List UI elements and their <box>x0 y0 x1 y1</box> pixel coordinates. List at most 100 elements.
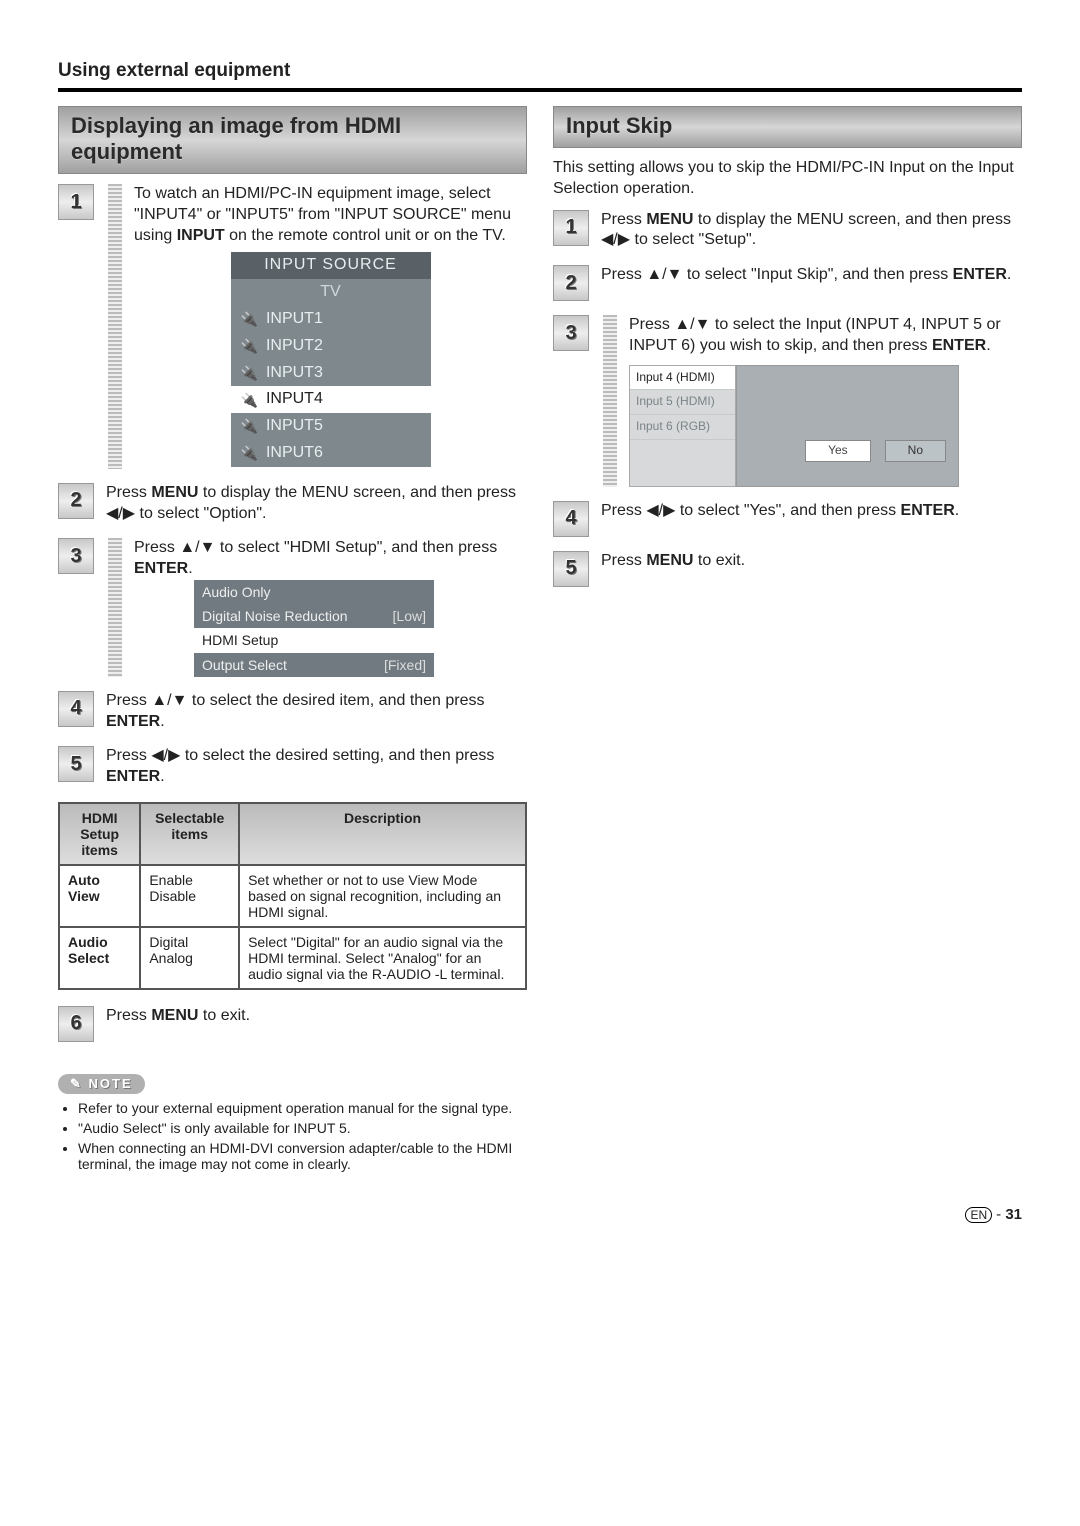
page-header: Using external equipment <box>58 60 1022 92</box>
page-number: 31 <box>1005 1206 1022 1223</box>
input-source-item[interactable]: 🔌 INPUT3 <box>231 360 431 387</box>
cell: Audio Select <box>59 927 140 989</box>
vertical-stripe <box>108 184 122 469</box>
lang-badge: EN <box>965 1207 992 1223</box>
arrow-icons: ▲/▼ <box>151 692 187 709</box>
input-source-item[interactable]: 🔌INPUT1 <box>231 306 431 333</box>
no-button[interactable]: No <box>885 440 946 462</box>
text: to select "Input Skip", and then press <box>682 266 952 283</box>
step-number-badge: 1 <box>553 210 589 246</box>
keyword: ENTER <box>134 560 188 577</box>
label: INPUT3 <box>266 363 323 384</box>
value: [Low] <box>393 607 426 625</box>
note-item: "Audio Select" is only available for INP… <box>78 1120 527 1136</box>
text: Press <box>106 692 151 709</box>
text: . <box>955 502 959 519</box>
right-step-3: 3 Press ▲/▼ to select the Input (INPUT 4… <box>553 315 1022 487</box>
label: Audio Only <box>202 583 270 601</box>
menu-row[interactable]: Output Select[Fixed] <box>194 653 434 677</box>
menu-row[interactable]: Digital Noise Reduction [Low] <box>194 604 434 628</box>
skip-list-item-selected[interactable]: Input 4 (HDMI) <box>630 366 735 391</box>
step-number-badge: 4 <box>58 691 94 727</box>
text: to select "Setup". <box>630 231 756 248</box>
arrow-icons: ◀/▶ <box>106 505 135 522</box>
text: to select the desired setting, and then … <box>180 747 494 764</box>
input-source-item-selected[interactable]: 🔌INPUT4 <box>231 386 431 413</box>
plug-icon: 🔌 <box>241 391 258 409</box>
step-number-badge: 3 <box>58 538 94 574</box>
keyword: MENU <box>646 211 693 228</box>
text: to select "Option". <box>135 505 266 522</box>
right-step-4: 4 Press ◀/▶ to select "Yes", and then pr… <box>553 501 1022 537</box>
table-row: Auto View Enable Disable Set whether or … <box>59 865 526 927</box>
label: INPUT5 <box>266 416 323 437</box>
input-skip-dialog: Input 4 (HDMI) Input 5 (HDMI) Input 6 (R… <box>629 365 959 487</box>
left-step-3: 3 Press ▲/▼ to select "HDMI Setup", and … <box>58 538 527 676</box>
hdmi-setup-menu: Audio Only Digital Noise Reduction[Low] … <box>194 580 434 677</box>
label: TV <box>320 282 340 303</box>
step-text: To watch an HDMI/PC-IN equipment image, … <box>134 184 527 469</box>
cell: Digital Analog <box>140 927 239 989</box>
left-step-6: 6 Press MENU to exit. <box>58 1006 527 1042</box>
right-step-5: 5 Press MENU to exit. <box>553 551 1022 587</box>
keyword: MENU <box>646 552 693 569</box>
page-footer: EN- 31 <box>58 1206 1022 1223</box>
note-item: Refer to your external equipment operati… <box>78 1100 527 1116</box>
text: to select "Yes", and then press <box>675 502 900 519</box>
input-source-menu: INPUT SOURCE TV 🔌INPUT1 🔌INPUT2 🔌INPUT3 … <box>231 252 431 466</box>
cell: Enable Disable <box>140 865 239 927</box>
keyword: ENTER <box>106 768 160 785</box>
menu-row-selected[interactable]: HDMI Setup <box>194 628 434 652</box>
left-column: Displaying an image from HDMI equipment … <box>58 106 527 1176</box>
yes-button[interactable]: Yes <box>805 440 871 462</box>
right-step-1: 1 Press MENU to display the MENU screen,… <box>553 210 1022 252</box>
label: Auto View <box>68 872 100 904</box>
text: on the remote control unit or on the TV. <box>225 227 506 244</box>
label: NOTE <box>89 1076 133 1091</box>
skip-list-item[interactable]: Input 5 (HDMI) <box>630 390 735 415</box>
left-step-2: 2 Press MENU to display the MENU screen,… <box>58 483 527 525</box>
plug-icon: 🔌 <box>241 310 258 328</box>
text: Press <box>601 552 646 569</box>
step-number-badge: 2 <box>553 265 589 301</box>
menu-row[interactable]: Audio Only <box>194 580 434 604</box>
text: to display the MENU screen, and then pre… <box>198 484 516 501</box>
input-skip-panel: Yes No <box>736 365 959 487</box>
input-source-item[interactable]: TV <box>231 279 431 306</box>
step-text: Press ▲/▼ to select "HDMI Setup", and th… <box>134 538 527 676</box>
text: Press <box>106 747 151 764</box>
text: . <box>160 768 164 785</box>
plug-icon: 🔌 <box>241 364 258 382</box>
label: Digital Noise Reduction <box>202 607 348 625</box>
input-source-header: INPUT SOURCE <box>231 252 431 279</box>
step-text: Press MENU to display the MENU screen, a… <box>601 210 1022 252</box>
input-source-item[interactable]: 🔌INPUT5 <box>231 413 431 440</box>
step-text: Press ◀/▶ to select the desired setting,… <box>106 746 527 788</box>
step-text: Press ◀/▶ to select "Yes", and then pres… <box>601 501 1022 522</box>
label: HDMI Setup <box>202 631 278 649</box>
vertical-stripe <box>108 538 122 676</box>
label: INPUT6 <box>266 443 323 464</box>
skip-list-item[interactable]: Input 6 (RGB) <box>630 415 735 440</box>
arrow-icons: ▲/▼ <box>179 539 215 556</box>
step-text: Press MENU to exit. <box>106 1006 527 1027</box>
arrow-icons: ▲/▼ <box>646 266 682 283</box>
text: Press <box>601 211 646 228</box>
text: Press <box>106 484 151 501</box>
text: Press <box>601 502 646 519</box>
text: to display the MENU screen, and then pre… <box>693 211 1011 228</box>
left-step-1: 1 To watch an HDMI/PC-IN equipment image… <box>58 184 527 469</box>
input-source-item[interactable]: 🔌INPUT6 <box>231 440 431 467</box>
step-number-badge: 2 <box>58 483 94 519</box>
input-skip-list: Input 4 (HDMI) Input 5 (HDMI) Input 6 (R… <box>629 365 736 487</box>
notes-list: Refer to your external equipment operati… <box>62 1100 527 1172</box>
cell: Set whether or not to use View Mode base… <box>239 865 526 927</box>
input-source-item[interactable]: 🔌INPUT2 <box>231 333 431 360</box>
text: Press <box>134 539 179 556</box>
step-number-badge: 5 <box>553 551 589 587</box>
step-text: Press ▲/▼ to select "Input Skip", and th… <box>601 265 1022 286</box>
step-number-badge: 4 <box>553 501 589 537</box>
keyword: ENTER <box>932 337 986 354</box>
arrow-icons: ▲/▼ <box>674 316 710 333</box>
step-text: Press ▲/▼ to select the desired item, an… <box>106 691 527 733</box>
